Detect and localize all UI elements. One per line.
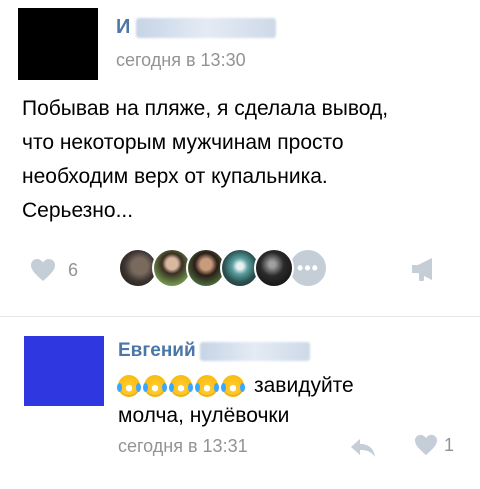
megaphone-icon	[412, 258, 432, 281]
redaction-blur	[136, 18, 276, 38]
emoji-group	[117, 375, 248, 397]
share-button[interactable]	[410, 256, 440, 287]
comment-text-line-2: молча, нулёвочки	[118, 404, 290, 427]
face-with-tears-of-joy-icon	[143, 375, 167, 397]
redaction-blur	[200, 342, 310, 361]
comment-timestamp[interactable]: сегодня в 13:31	[118, 436, 248, 457]
face-with-tears-of-joy-icon	[221, 375, 245, 397]
post-author-name[interactable]: И	[116, 16, 276, 39]
comment-like-button[interactable]: 1	[414, 434, 454, 456]
comment-text-part-1: завидуйте	[254, 374, 354, 397]
post-text: Побывав на пляже, я сделала вывод, что н…	[22, 97, 389, 222]
heart-icon	[31, 259, 55, 281]
comment-author-avatar[interactable]	[24, 336, 104, 406]
comment-text-line-1: завидуйте	[117, 374, 354, 398]
more-likers-button[interactable]: •••	[288, 248, 328, 288]
post-like-count: 6	[68, 259, 79, 280]
face-with-tears-of-joy-icon	[195, 375, 219, 397]
heart-icon	[415, 434, 437, 456]
post-author-name-text[interactable]: И	[116, 16, 130, 38]
section-divider	[0, 316, 480, 317]
comment-author-name-text[interactable]: Евгений	[118, 340, 196, 361]
comment-like-count: 1	[444, 434, 455, 455]
reply-arrow-icon	[351, 439, 375, 457]
face-with-tears-of-joy-icon	[169, 375, 193, 397]
comment-author-name[interactable]: Евгений	[118, 340, 310, 362]
post-author-avatar[interactable]	[18, 8, 98, 80]
liker-avatar[interactable]	[254, 248, 294, 288]
post-like-button[interactable]: 6	[30, 258, 78, 282]
face-with-tears-of-joy-icon	[117, 375, 141, 397]
reply-button[interactable]	[350, 438, 376, 463]
more-dots-icon: •••	[297, 257, 319, 278]
post-timestamp[interactable]: сегодня в 13:30	[116, 50, 246, 71]
liked-by-avatars[interactable]: •••	[118, 248, 328, 288]
